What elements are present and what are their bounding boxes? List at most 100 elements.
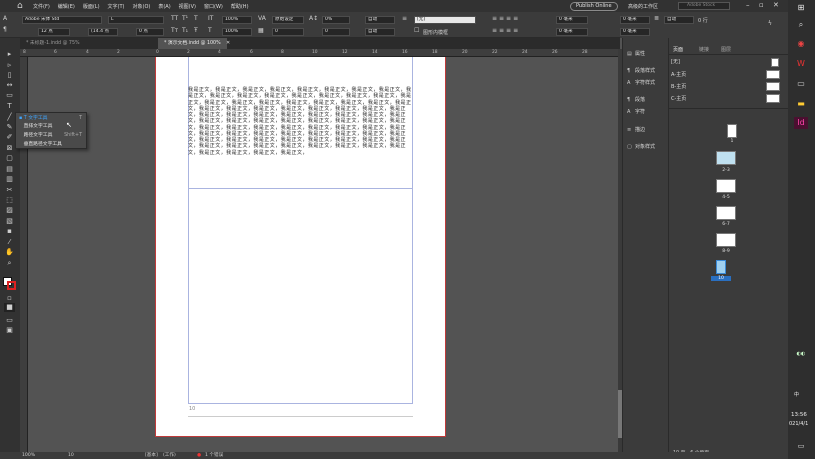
menu-file[interactable]: 文件(F) [33, 3, 50, 10]
lightning-icon[interactable]: ϟ [768, 20, 772, 27]
tab-demo-doc[interactable]: * 演示文档.indd @ 100% [158, 38, 227, 49]
clock-date[interactable]: 021/4/1 [789, 421, 808, 427]
character-mode-icon[interactable]: A [3, 15, 7, 22]
flyout-vertical-type-tool[interactable]: 直排文字工具 [19, 122, 85, 131]
folder-icon[interactable]: ▬ [794, 98, 808, 110]
hand-tool-icon[interactable]: ✋ [4, 248, 15, 257]
subscript-icon[interactable]: T₁ [182, 27, 188, 34]
vertical-scale-field[interactable]: 100% [222, 16, 252, 24]
panel-object-styles[interactable]: ▢ 对象样式 [627, 143, 655, 151]
panel-stroke[interactable]: ≡ 描边 [627, 126, 645, 134]
right-indent-field[interactable]: 0 毫米 [620, 16, 650, 24]
tracking-field[interactable]: 原始设定 [272, 16, 304, 24]
align-left-icons[interactable]: ≡≡≡≡ [492, 15, 520, 22]
menu-view[interactable]: 视图(V) [179, 3, 196, 10]
menu-type[interactable]: 文字(T) [108, 3, 125, 10]
app-icon[interactable]: ▭ [794, 78, 808, 90]
home-icon[interactable]: ⌂ [17, 2, 27, 11]
kerning-field[interactable]: 0 点 [136, 28, 164, 36]
stroke-swatch[interactable] [7, 281, 16, 290]
apply-color-icon[interactable]: ■ [4, 303, 15, 312]
publish-online-button[interactable]: Publish Online [570, 2, 618, 11]
profile-field[interactable]: [基本] [145, 452, 158, 459]
auto-field-3[interactable]: 自动 [664, 16, 694, 24]
font-style-field[interactable]: L [108, 16, 164, 24]
panel-properties[interactable]: ▤ 属性 [627, 50, 645, 58]
eyedropper-tool-icon[interactable]: ⁄ [4, 238, 15, 247]
wps-icon[interactable]: W [794, 58, 808, 70]
panel-character-styles[interactable]: A 字符样式 [627, 79, 655, 87]
page-field[interactable]: 10 [68, 452, 74, 459]
master-c[interactable]: C-主页 [671, 95, 686, 102]
horizontal-scale-field[interactable]: 100% [222, 28, 252, 36]
screen-mode-icon[interactable]: ▭ [4, 316, 15, 325]
horizontal-grid-tool-icon[interactable]: ▤ [4, 165, 15, 174]
page-thumb[interactable] [716, 179, 736, 193]
skew-field[interactable]: 0 [322, 28, 350, 36]
scissors-tool-icon[interactable]: ✂ [4, 186, 15, 195]
search-icon[interactable]: ⌕ [794, 19, 808, 31]
menu-layout[interactable]: 版面(L) [83, 3, 100, 10]
font-family-field[interactable]: Adobe 宋体 Std [22, 16, 102, 24]
gradient-feather-tool-icon[interactable]: ▧ [4, 217, 15, 226]
page-thumb-selected[interactable] [716, 260, 726, 274]
baseline-shift-field[interactable]: 0% [322, 16, 350, 24]
vertical-grid-tool-icon[interactable]: ▥ [4, 175, 15, 184]
master-thumb[interactable] [771, 58, 779, 67]
type-tool-icon[interactable]: T [4, 102, 15, 111]
pen-tool-icon[interactable]: ✎ [4, 123, 15, 132]
tab-close-icon[interactable]: ✕ [226, 40, 230, 46]
windows-start-icon[interactable]: ⊞ [794, 2, 808, 14]
first-line-indent-field[interactable]: 0 毫米 [556, 28, 588, 36]
all-caps-icon[interactable]: TT [171, 15, 178, 22]
page-thumb[interactable] [727, 124, 737, 138]
clock-time[interactable]: 13:56 [791, 412, 807, 418]
lines-field[interactable]: 0 行 [698, 17, 708, 24]
justify-icons[interactable]: ≡≡≡≡ [492, 27, 520, 34]
chrome-icon[interactable]: ◉ [794, 38, 808, 50]
menu-help[interactable]: 帮助(H) [231, 3, 249, 10]
note-tool-icon[interactable]: ▪ [4, 227, 15, 236]
panel-paragraph[interactable]: ¶ 段落 [627, 96, 645, 104]
gradient-swatch-tool-icon[interactable]: ▨ [4, 206, 15, 215]
document-page[interactable]: 我是正文，我是正文，我是正文，我是正文，我是正文，我是正文，我是正文，我是正文，… [155, 57, 446, 437]
master-thumb[interactable] [766, 82, 780, 91]
menu-window[interactable]: 窗口(W) [204, 3, 223, 10]
workflow-field[interactable]: (工作) [163, 452, 176, 459]
tsume-field[interactable]: 0 [272, 28, 304, 36]
ime-indicator[interactable]: 中 [794, 391, 799, 398]
minimize-icon[interactable]: – [746, 1, 750, 9]
menu-object[interactable]: 对象(O) [133, 3, 151, 10]
auto-field-2[interactable]: 自动 [365, 28, 395, 36]
master-a[interactable]: A-主页 [671, 71, 686, 78]
tray-icons[interactable]: ◐◐ [794, 348, 808, 360]
zoom-level[interactable]: 100% [22, 452, 35, 459]
page-tool-icon[interactable]: ▯ [4, 71, 15, 80]
small-caps-icon[interactable]: Tᴛ [171, 27, 178, 34]
menu-edit[interactable]: 编辑(E) [58, 3, 75, 10]
panel-character[interactable]: A 字符 [627, 108, 645, 116]
page-thumb[interactable] [716, 233, 736, 247]
checkbox-icon[interactable]: ☐ [414, 27, 419, 34]
menu-table[interactable]: 表(A) [158, 3, 170, 10]
paragraph-mode-icon[interactable]: ¶ [3, 26, 7, 33]
preview-mode-icon[interactable]: ▣ [4, 326, 15, 335]
language-field[interactable]: [无] [414, 16, 476, 24]
content-collector-icon[interactable]: ▭ [4, 91, 15, 100]
font-size-field[interactable]: 12 点 [38, 28, 70, 36]
underline-icon[interactable]: T [194, 15, 198, 22]
formatting-affects-icon[interactable]: ▫ [4, 294, 15, 303]
body-text-frame[interactable]: 我是正文，我是正文，我是正文，我是正文，我是正文，我是正文，我是正文，我是正文，… [188, 87, 413, 162]
free-transform-tool-icon[interactable]: ⬚ [4, 196, 15, 205]
indesign-icon[interactable]: Id [794, 117, 808, 129]
maximize-icon[interactable]: ▫ [759, 1, 764, 9]
superscript-icon[interactable]: T¹ [182, 15, 188, 22]
pasteboard[interactable]: 我是正文，我是正文，我是正文，我是正文，我是正文，我是正文，我是正文，我是正文，… [28, 57, 618, 452]
notification-icon[interactable]: ▭ [794, 440, 808, 452]
strikethrough-icon[interactable]: Ŧ [194, 27, 198, 34]
pencil-tool-icon[interactable]: ✐ [4, 133, 15, 142]
page-thumb[interactable] [716, 206, 736, 220]
flyout-vertical-path-type-tool[interactable]: 垂直路径文字工具 [19, 140, 85, 149]
rectangle-frame-tool-icon[interactable]: ⊠ [4, 144, 15, 153]
space-after-field[interactable]: 0 毫米 [620, 28, 650, 36]
